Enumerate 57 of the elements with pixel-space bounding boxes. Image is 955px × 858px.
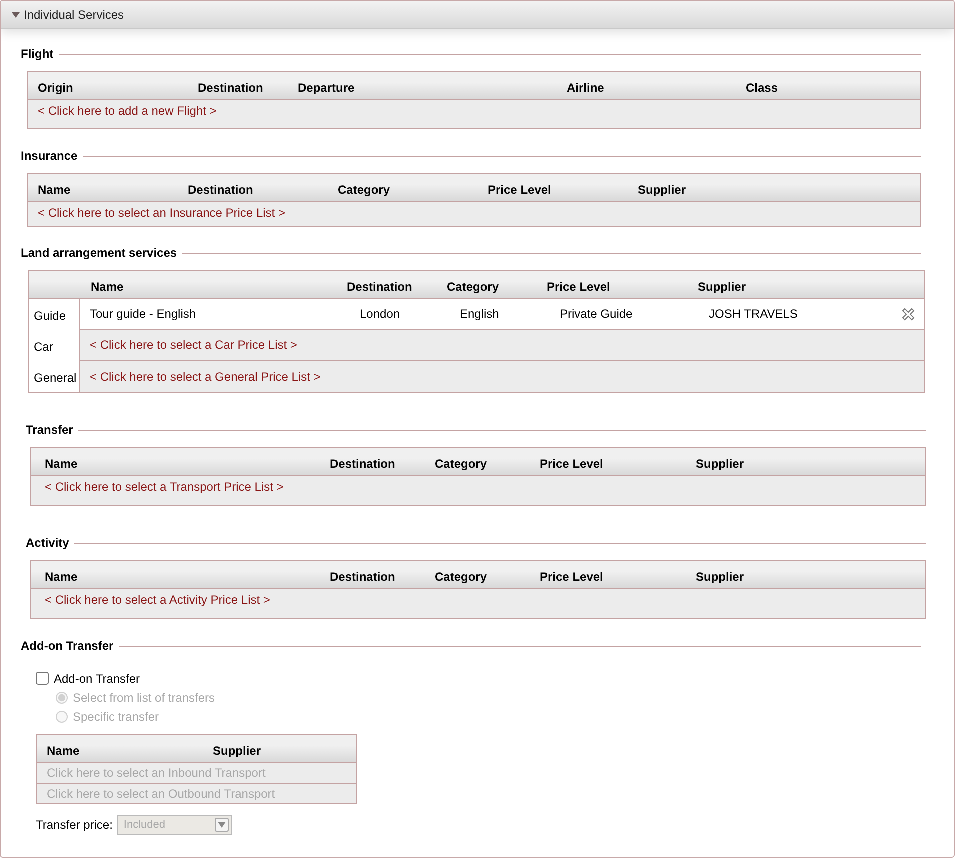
column-header: Destination (347, 280, 414, 294)
column-header: Category (338, 183, 392, 197)
column-header: Supplier (696, 457, 746, 471)
add-link[interactable]: < Click here to add a new Flight > (38, 104, 217, 118)
column-header: Destination (330, 570, 396, 584)
add-link[interactable]: < Click here to select an Insurance Price List > (38, 206, 286, 220)
column-header: Name (38, 183, 72, 197)
add-link[interactable]: < Click here to select a General Price List > (90, 370, 321, 384)
column-header: Name (45, 457, 79, 471)
column-header: Class (746, 81, 780, 95)
delete-icon[interactable] (902, 308, 915, 320)
column-header: Category (435, 570, 488, 584)
section-legend: Flight (21, 47, 54, 61)
column-header: Supplier (696, 570, 746, 584)
table-cell-text: JOSH TRAVELS (709, 307, 799, 321)
column-header: Category (447, 280, 500, 294)
table-cell-text: English (460, 307, 500, 321)
row-label: General (33, 370, 78, 386)
collapse-triangle-icon[interactable] (12, 10, 20, 18)
table-cell-text: Private Guide (560, 307, 634, 321)
column-header: Supplier (213, 744, 262, 758)
column-header: Destination (188, 183, 254, 197)
radio-label: Specific transfer (73, 710, 160, 724)
section-legend: Activity (26, 536, 70, 550)
column-header: Name (45, 570, 79, 584)
column-header: Destination (198, 81, 264, 95)
column-header: Supplier (698, 280, 748, 294)
section-legend: Add-on Transfer (21, 639, 114, 653)
panel-title: Individual Services (24, 8, 124, 22)
column-header: Price Level (488, 183, 552, 197)
table-cell-text: London (360, 307, 402, 321)
column-header: Airline (567, 81, 606, 95)
column-header: Name (47, 744, 81, 758)
panel-header[interactable]: Individual Services (1, 1, 954, 29)
column-header: Supplier (638, 183, 688, 197)
add-link[interactable]: < Click here to select a Transport Price List > (45, 480, 284, 494)
section-legend: Transfer (26, 423, 74, 437)
checkbox[interactable] (36, 672, 49, 685)
column-header: Price Level (547, 280, 612, 294)
column-header: Category (435, 457, 488, 471)
field-label: Transfer price: (36, 818, 113, 832)
column-header: Price Level (540, 457, 604, 471)
row-label: Guide (33, 308, 68, 324)
column-header: Origin (38, 81, 74, 95)
checkbox-label: Add-on Transfer (54, 672, 140, 686)
caret-icon (218, 822, 226, 828)
column-header: Destination (330, 457, 396, 471)
section-legend: Land arrangement services (21, 246, 178, 260)
row-label: Car (33, 338, 54, 356)
column-header: Name (91, 280, 125, 294)
section-legend: Insurance (21, 149, 78, 163)
add-link[interactable]: < Click here to select a Car Price List > (90, 338, 298, 352)
column-header: Departure (298, 81, 356, 95)
add-link[interactable]: < Click here to select a Activity Price List > (45, 593, 270, 607)
radio-label: Select from list of transfers (73, 690, 216, 704)
column-header: Price Level (540, 570, 604, 584)
table-cell-text: Tour guide - English (90, 307, 198, 321)
